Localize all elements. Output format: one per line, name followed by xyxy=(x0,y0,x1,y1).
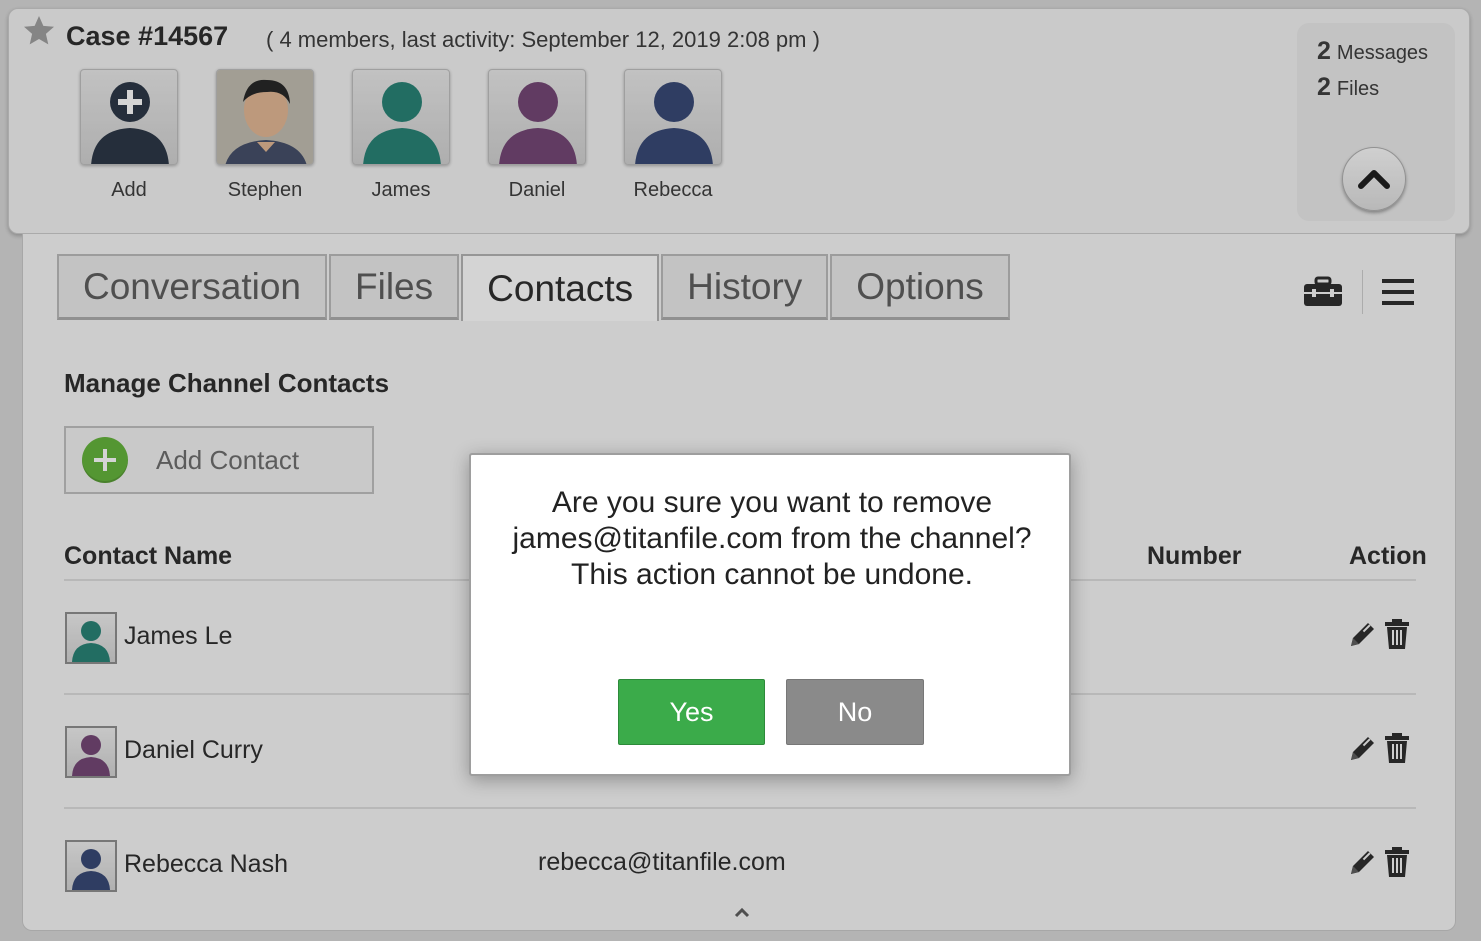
dialog-message: Are you sure you want to remove james@ti… xyxy=(512,486,1032,591)
confirm-remove-dialog: Are you sure you want to remove james@ti… xyxy=(469,453,1071,776)
confirm-no-button[interactable]: No xyxy=(786,679,924,745)
confirm-yes-button[interactable]: Yes xyxy=(618,679,765,745)
